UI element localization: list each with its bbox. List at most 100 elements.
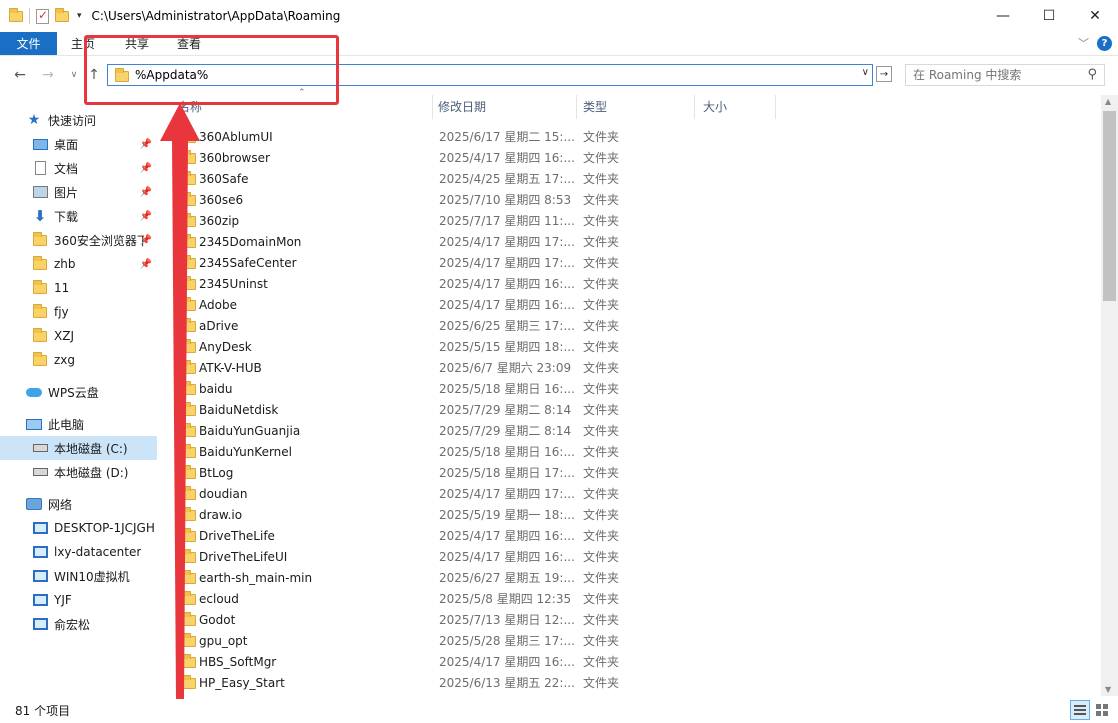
tab-home[interactable]: 主页 xyxy=(59,32,107,55)
pin-icon: 📌 xyxy=(139,234,152,246)
file-type: 文件夹 xyxy=(583,235,620,249)
file-row[interactable]: 360zip 2025/7/17 星期四 11:... 文件夹 xyxy=(172,210,1097,231)
minimize-button[interactable]: — xyxy=(980,0,1026,32)
scroll-up-icon[interactable]: ▲ xyxy=(1105,97,1111,106)
vertical-scrollbar[interactable]: ▲ ▼ xyxy=(1101,95,1118,696)
sidebar-item-network-host[interactable]: WIN10虚拟机 xyxy=(0,564,160,588)
file-name: baidu xyxy=(199,381,233,396)
sidebar-item-zhb[interactable]: zhb 📌 xyxy=(0,252,160,276)
column-header-name[interactable]: 名称 xyxy=(174,95,432,117)
file-row[interactable]: doudian 2025/4/17 星期四 17:... 文件夹 xyxy=(172,483,1097,504)
file-row[interactable]: 360AblumUI 2025/6/17 星期二 15:... 文件夹 xyxy=(172,126,1097,147)
separator xyxy=(29,8,30,24)
file-row[interactable]: ecloud 2025/5/8 星期四 12:35 文件夹 xyxy=(172,588,1097,609)
scrollbar-thumb[interactable] xyxy=(1103,111,1116,301)
search-input[interactable] xyxy=(913,68,1078,82)
file-row[interactable]: 360se6 2025/7/10 星期四 8:53 文件夹 xyxy=(172,189,1097,210)
file-row[interactable]: DriveTheLifeUI 2025/4/17 星期四 16:... 文件夹 xyxy=(172,546,1097,567)
column-divider[interactable] xyxy=(432,95,433,119)
file-row[interactable]: earth-sh_main-min 2025/6/27 星期五 19:... 文件夹 xyxy=(172,567,1097,588)
column-divider[interactable] xyxy=(775,95,776,119)
tab-file[interactable]: 文件 xyxy=(0,32,57,55)
search-box[interactable]: ⚲ xyxy=(905,64,1105,86)
file-date: 2025/6/13 星期五 22:... xyxy=(439,676,575,690)
address-input[interactable] xyxy=(135,68,835,82)
file-row[interactable]: HBS_SoftMgr 2025/4/17 星期四 16:... 文件夹 xyxy=(172,651,1097,672)
sidebar-item-downloads[interactable]: ⬇ 下载 📌 xyxy=(0,204,160,228)
recent-locations-chevron-icon[interactable]: ∨ xyxy=(64,65,84,85)
back-arrow-icon[interactable]: ← xyxy=(10,65,30,85)
file-row[interactable]: 2345DomainMon 2025/4/17 星期四 17:... 文件夹 xyxy=(172,231,1097,252)
address-bar[interactable]: ∨ xyxy=(107,64,873,86)
file-type: 文件夹 xyxy=(583,403,620,417)
sidebar-item-this-pc[interactable]: 此电脑 xyxy=(0,412,160,436)
sidebar-item-network[interactable]: 网络 xyxy=(0,492,160,516)
monitor-icon xyxy=(32,521,48,535)
file-row[interactable]: baidu 2025/5/18 星期日 16:... 文件夹 xyxy=(172,378,1097,399)
maximize-button[interactable]: ☐ xyxy=(1026,0,1072,32)
file-row[interactable]: AnyDesk 2025/5/15 星期四 18:... 文件夹 xyxy=(172,336,1097,357)
file-date: 2025/7/29 星期二 8:14 xyxy=(439,424,572,438)
sidebar-item-network-host[interactable]: 俞宏松 xyxy=(0,612,160,636)
file-row[interactable]: Godot 2025/7/13 星期日 12:... 文件夹 xyxy=(172,609,1097,630)
file-row[interactable]: 2345SafeCenter 2025/4/17 星期四 17:... 文件夹 xyxy=(172,252,1097,273)
sidebar-item-quick-access[interactable]: ★ 快速访问 xyxy=(0,108,160,132)
sidebar-item-drive-d[interactable]: 本地磁盘 (D:) xyxy=(0,460,160,484)
close-button[interactable]: ✕ xyxy=(1072,0,1118,32)
new-folder-icon[interactable] xyxy=(55,7,69,22)
file-name: 360browser xyxy=(199,150,270,165)
column-header-type[interactable]: 类型 xyxy=(579,95,694,117)
file-row[interactable]: HP_Easy_Start 2025/6/13 星期五 22:... 文件夹 xyxy=(172,672,1097,693)
go-arrow-icon[interactable]: → xyxy=(876,66,892,82)
properties-icon[interactable] xyxy=(36,8,49,24)
sidebar-item-desktop[interactable]: 桌面 📌 xyxy=(0,132,160,156)
file-row[interactable]: Adobe 2025/4/17 星期四 16:... 文件夹 xyxy=(172,294,1097,315)
file-row[interactable]: BaiduYunGuanjia 2025/7/29 星期二 8:14 文件夹 xyxy=(172,420,1097,441)
details-view-button[interactable] xyxy=(1070,700,1090,720)
file-row[interactable]: draw.io 2025/5/19 星期一 18:... 文件夹 xyxy=(172,504,1097,525)
scroll-down-icon[interactable]: ▼ xyxy=(1105,685,1111,694)
sidebar-item-network-host[interactable]: DESKTOP-1JCJGH xyxy=(0,516,160,540)
column-divider[interactable] xyxy=(576,95,577,119)
file-row[interactable]: BtLog 2025/5/18 星期日 17:... 文件夹 xyxy=(172,462,1097,483)
sidebar-item-zxg[interactable]: zxg xyxy=(0,348,160,372)
sidebar-item-pictures[interactable]: 图片 📌 xyxy=(0,180,160,204)
forward-arrow-icon[interactable]: → xyxy=(38,65,58,85)
file-date: 2025/4/17 星期四 17:... xyxy=(439,256,575,270)
column-header-size[interactable]: 大小 xyxy=(699,95,775,117)
pin-icon: 📌 xyxy=(139,210,152,222)
customize-quick-access-chevron-icon[interactable]: ▾ xyxy=(77,11,82,21)
help-icon[interactable]: ? xyxy=(1097,35,1112,51)
file-row[interactable]: 2345Uninst 2025/4/17 星期四 16:... 文件夹 xyxy=(172,273,1097,294)
expand-ribbon-chevron-icon[interactable]: ﹀ xyxy=(1078,35,1089,51)
sidebar-item-wps-cloud[interactable]: WPS云盘 xyxy=(0,380,160,404)
sidebar-item-fjy[interactable]: fjy xyxy=(0,300,160,324)
ribbon-tabs: 文件 主页 共享 查看 ﹀ ? xyxy=(0,32,1118,56)
file-row[interactable]: aDrive 2025/6/25 星期三 17:... 文件夹 xyxy=(172,315,1097,336)
file-type: 文件夹 xyxy=(583,676,620,690)
file-type: 文件夹 xyxy=(583,550,620,564)
file-row[interactable]: 360browser 2025/4/17 星期四 16:... 文件夹 xyxy=(172,147,1097,168)
large-icons-view-button[interactable] xyxy=(1092,700,1112,720)
file-row[interactable]: BaiduYunKernel 2025/5/18 星期日 16:... 文件夹 xyxy=(172,441,1097,462)
sidebar-item-360-browser[interactable]: 360安全浏览器下 📌 xyxy=(0,228,160,252)
up-arrow-icon[interactable]: ↑ xyxy=(84,65,104,85)
column-divider[interactable] xyxy=(694,95,695,119)
sidebar-item-xzj[interactable]: XZJ xyxy=(0,324,160,348)
file-row[interactable]: ATK-V-HUB 2025/6/7 星期六 23:09 文件夹 xyxy=(172,357,1097,378)
file-row[interactable]: BaiduNetdisk 2025/7/29 星期二 8:14 文件夹 xyxy=(172,399,1097,420)
sidebar-item-network-host[interactable]: YJF xyxy=(0,588,160,612)
tab-view[interactable]: 查看 xyxy=(165,32,213,55)
sidebar-item-network-host[interactable]: lxy-datacenter xyxy=(0,540,160,564)
sidebar-item-documents[interactable]: 文档 📌 xyxy=(0,156,160,180)
file-row[interactable]: DriveTheLife 2025/4/17 星期四 16:... 文件夹 xyxy=(172,525,1097,546)
column-header-date[interactable]: 修改日期 xyxy=(434,95,576,117)
tab-share[interactable]: 共享 xyxy=(113,32,161,55)
file-date: 2025/4/17 星期四 16:... xyxy=(439,529,575,543)
sidebar-item-drive-c[interactable]: 本地磁盘 (C:) xyxy=(0,436,157,460)
sidebar-item-11[interactable]: 11 xyxy=(0,276,160,300)
file-row[interactable]: gpu_opt 2025/5/28 星期三 17:... 文件夹 xyxy=(172,630,1097,651)
file-row[interactable]: 360Safe 2025/4/25 星期五 17:... 文件夹 xyxy=(172,168,1097,189)
address-history-chevron-icon[interactable]: ∨ xyxy=(862,67,869,78)
drive-icon xyxy=(32,441,48,455)
